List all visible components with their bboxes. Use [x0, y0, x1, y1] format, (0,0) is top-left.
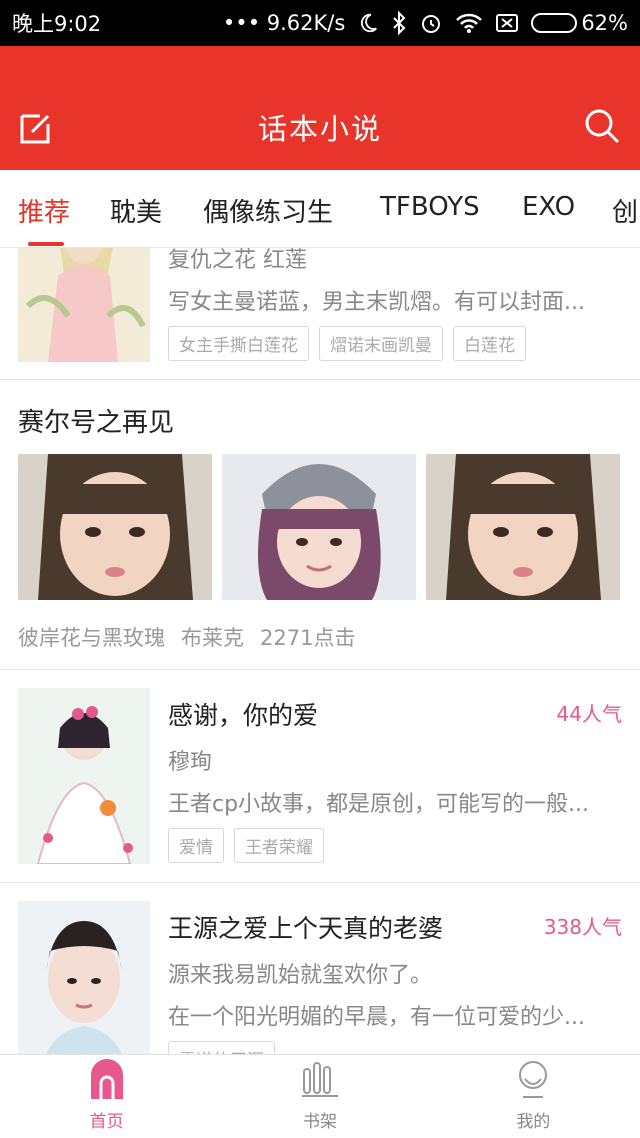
- tag[interactable]: 熠诺末画凯曼: [319, 326, 443, 361]
- book-cover[interactable]: [18, 688, 150, 864]
- status-time: 晚上9:02: [12, 12, 102, 36]
- divider: [0, 379, 640, 380]
- category-tabs: 推荐 耽美 偶像练习生 TFBOYS EXO 创: [0, 170, 640, 248]
- book-author[interactable]: 源来我易凯始就玺欢你了。: [168, 957, 432, 989]
- book-cover[interactable]: [18, 901, 150, 1054]
- book-title[interactable]: 感谢，你的爱: [168, 696, 318, 732]
- gallery-clicks: 2271点击: [260, 626, 356, 650]
- home-icon: [87, 1059, 127, 1103]
- tab-exo[interactable]: EXO: [522, 192, 575, 222]
- network-speed: ••• 9.62K/s: [222, 11, 346, 35]
- bottom-nav: 首页 书架 我的: [0, 1054, 640, 1138]
- battery-icon: [531, 13, 578, 33]
- app-header: 话本小说: [0, 46, 640, 170]
- tag[interactable]: 霸道的王源: [168, 1041, 275, 1054]
- nav-home[interactable]: 首页: [0, 1055, 213, 1138]
- alarm-icon: [419, 11, 443, 35]
- tab-danmei[interactable]: 耽美: [110, 192, 162, 229]
- tab-recommend[interactable]: 推荐: [18, 192, 70, 229]
- tab-idol-trainee[interactable]: 偶像练习生: [203, 192, 333, 229]
- nav-bookshelf[interactable]: 书架: [213, 1055, 426, 1138]
- tab-tfboys[interactable]: TFBOYS: [380, 192, 480, 222]
- profile-icon: [513, 1059, 553, 1103]
- gallery-meta: 彼岸花与黑玫瑰 布莱克 2271点击: [18, 622, 355, 652]
- book-card[interactable]: 感谢，你的爱 44人气 穆珣 王者cp小故事，都是原创，可能写的一般... 爱情…: [0, 688, 640, 882]
- book-description: 写女主曼诺蓝，男主末凯熠。有可以封面...: [168, 290, 585, 315]
- gallery-photo[interactable]: [426, 454, 620, 600]
- moon-icon: [357, 12, 379, 34]
- tag-list: 霸道的王源: [168, 1041, 275, 1054]
- book-author[interactable]: 穆珣: [168, 744, 212, 776]
- book-description: 王者cp小故事，都是原创，可能写的一般...: [168, 792, 590, 817]
- tag[interactable]: 白莲花: [453, 326, 526, 361]
- book-card-top[interactable]: 复仇之花 红莲 写女主曼诺蓝，男主末凯熠。有可以封面... 女主手撕白莲花 熠诺…: [0, 248, 640, 380]
- bluetooth-icon: [391, 11, 407, 35]
- tab-original[interactable]: 创: [612, 192, 638, 229]
- divider: [0, 882, 640, 883]
- book-popularity: 338人气: [543, 915, 622, 939]
- nav-label: 首页: [89, 1112, 124, 1132]
- book-card[interactable]: 王源之爱上个天真的老婆 338人气 源来我易凯始就玺欢你了。 在一个阳光明媚的早…: [0, 901, 640, 1054]
- battery-percent: 62%: [581, 11, 628, 35]
- book-subtitle: 复仇之花 红莲: [168, 248, 307, 273]
- wifi-icon: [455, 12, 483, 34]
- tag-list: 女主手撕白莲花 熠诺末画凯曼 白莲花: [168, 326, 526, 361]
- search-icon[interactable]: [582, 106, 622, 146]
- book-title[interactable]: 王源之爱上个天真的老婆: [168, 909, 443, 945]
- nav-label: 我的: [516, 1112, 551, 1132]
- no-sim-icon: [495, 13, 519, 33]
- book-description: 在一个阳光明媚的早晨，有一位可爱的少...: [168, 1005, 585, 1030]
- gallery-photo[interactable]: [18, 454, 212, 600]
- status-icons: ••• 9.62K/s 62%: [223, 11, 628, 35]
- divider: [0, 669, 640, 670]
- battery-indicator: 62%: [531, 11, 628, 35]
- bookshelf-icon: [300, 1059, 340, 1103]
- tag[interactable]: 女主手撕白莲花: [168, 326, 309, 361]
- gallery-photo[interactable]: [222, 454, 416, 600]
- tag[interactable]: 王者荣耀: [234, 828, 324, 863]
- edit-icon[interactable]: [18, 110, 54, 146]
- active-tab-indicator: [28, 242, 64, 246]
- book-popularity: 44人气: [556, 702, 622, 726]
- gallery-title[interactable]: 赛尔号之再见: [18, 402, 174, 439]
- nav-label: 书架: [302, 1112, 337, 1132]
- page-title: 话本小说: [257, 112, 382, 146]
- feed: 复仇之花 红莲 写女主曼诺蓝，男主末凯熠。有可以封面... 女主手撕白莲花 熠诺…: [0, 248, 640, 1054]
- nav-profile[interactable]: 我的: [427, 1055, 640, 1138]
- gallery-subauthor: 布莱克: [181, 626, 244, 650]
- tag-list: 爱情 王者荣耀: [168, 828, 324, 863]
- status-bar: 晚上9:02 ••• 9.62K/s 62%: [0, 0, 640, 46]
- book-cover-illustration[interactable]: [18, 248, 150, 362]
- gallery-photos: [0, 454, 640, 600]
- tag[interactable]: 爱情: [168, 828, 224, 863]
- gallery-author[interactable]: 彼岸花与黑玫瑰: [18, 622, 165, 652]
